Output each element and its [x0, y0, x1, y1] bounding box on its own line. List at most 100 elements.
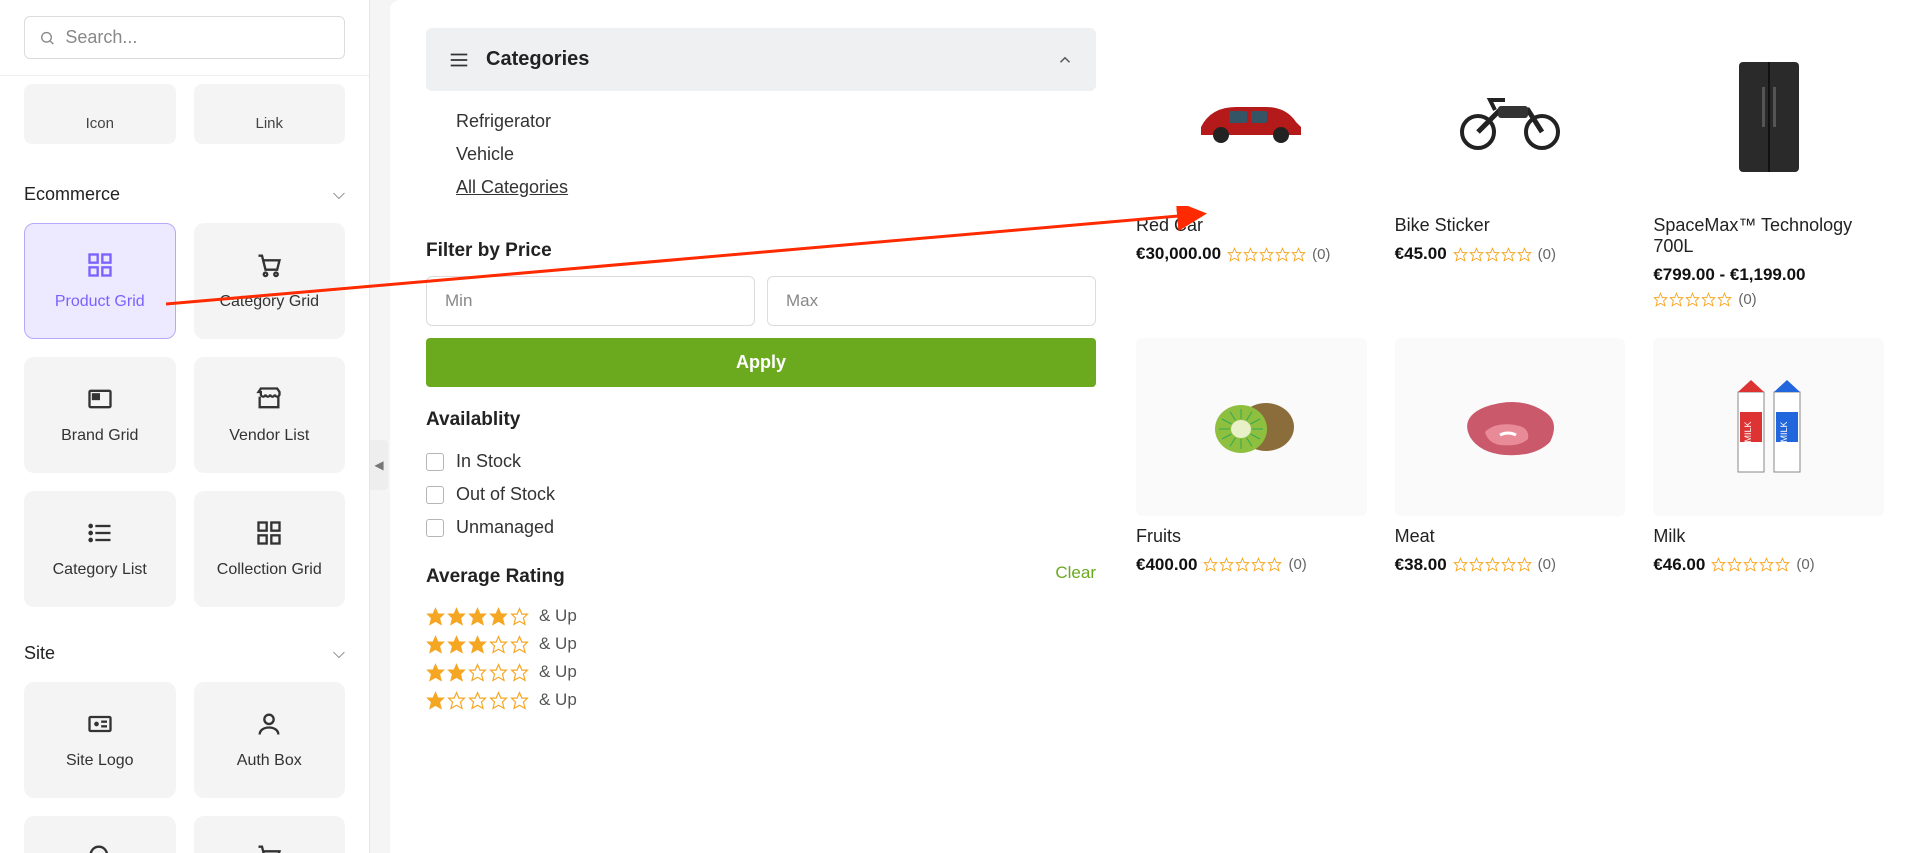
filters-panel: Categories Refrigerator Vehicle All Cate… — [426, 28, 1096, 714]
star-icon — [489, 663, 508, 682]
star-icon — [1485, 557, 1500, 572]
cat-item[interactable]: Refrigerator — [456, 105, 1066, 138]
star-icon — [1219, 557, 1234, 572]
svg-text:MILK: MILK — [1779, 422, 1789, 443]
tile-icon[interactable]: Icon — [24, 84, 176, 144]
rating-filter-3[interactable]: & Up — [426, 630, 1096, 658]
product-price: €46.00 — [1653, 555, 1705, 575]
avail-instock[interactable]: In Stock — [426, 445, 1096, 478]
star-icon — [1453, 247, 1468, 262]
site-tiles: Site Logo Auth Box — [0, 682, 369, 853]
star-icon — [1485, 247, 1500, 262]
section-label: Ecommerce — [24, 184, 120, 205]
product-card[interactable]: Red Car €30,000.00 (0) — [1136, 28, 1367, 308]
checkbox-icon — [426, 486, 444, 504]
product-image — [1395, 338, 1626, 515]
star-icon — [510, 635, 529, 654]
product-name: Red Car — [1136, 215, 1367, 236]
product-review-count: (0) — [1796, 556, 1814, 573]
search-icon — [86, 842, 114, 853]
section-site[interactable]: Site ⌵ — [0, 625, 369, 682]
tile-cart[interactable] — [194, 816, 346, 853]
price-max-input[interactable] — [767, 276, 1096, 326]
star-icon — [1759, 557, 1774, 572]
avail-outofstock[interactable]: Out of Stock — [426, 478, 1096, 511]
product-rating — [1711, 557, 1790, 572]
cat-item-all[interactable]: All Categories — [456, 171, 1066, 204]
star-icon — [1727, 557, 1742, 572]
user-icon — [255, 710, 283, 738]
product-price: €799.00 - €1,199.00 — [1653, 265, 1805, 285]
tile-brand-grid[interactable]: Brand Grid — [24, 357, 176, 473]
filter-price-title: Filter by Price — [426, 240, 1096, 262]
search-box[interactable] — [24, 16, 345, 59]
tile-search[interactable] — [24, 816, 176, 853]
tile-product-grid[interactable]: Product Grid — [24, 223, 176, 339]
canvas-area: Categories Refrigerator Vehicle All Cate… — [390, 0, 1920, 853]
grid-icon — [255, 519, 283, 547]
tile-auth-box[interactable]: Auth Box — [194, 682, 346, 798]
ecommerce-tiles: Product Grid Category Grid Brand Grid Ve… — [0, 223, 369, 625]
product-name: Bike Sticker — [1395, 215, 1626, 236]
chevron-down-icon: ⌵ — [333, 645, 345, 663]
cart-icon — [255, 842, 283, 853]
category-list: Refrigerator Vehicle All Categories — [426, 91, 1096, 218]
apply-button[interactable]: Apply — [426, 338, 1096, 387]
star-icon — [1501, 557, 1516, 572]
rating-filter-1[interactable]: & Up — [426, 686, 1096, 714]
section-ecommerce[interactable]: Ecommerce ⌵ — [0, 166, 369, 223]
misc-row: Icon Link — [0, 76, 369, 166]
cat-item[interactable]: Vehicle — [456, 138, 1066, 171]
tile-link[interactable]: Link — [194, 84, 346, 144]
star-icon — [426, 691, 445, 710]
product-card[interactable]: Meat €38.00 (0) — [1395, 338, 1626, 574]
product-price: €30,000.00 — [1136, 244, 1221, 264]
star-icon — [489, 635, 508, 654]
search-input[interactable] — [65, 27, 330, 48]
star-icon — [1267, 557, 1282, 572]
search-icon — [39, 29, 55, 47]
categories-header[interactable]: Categories — [426, 28, 1096, 91]
avg-rating-title: Average Rating — [426, 566, 565, 588]
grid-icon — [86, 251, 114, 279]
product-review-count: (0) — [1538, 246, 1556, 263]
star-icon — [426, 663, 445, 682]
sidebar-collapse-handle[interactable]: ◀ — [370, 440, 388, 490]
checkbox-icon — [426, 453, 444, 471]
image-icon — [86, 385, 114, 413]
tile-collection-grid[interactable]: Collection Grid — [194, 491, 346, 607]
star-icon — [1501, 247, 1516, 262]
clear-link[interactable]: Clear — [1055, 563, 1096, 583]
price-min-input[interactable] — [426, 276, 755, 326]
product-card[interactable]: Fruits €400.00 (0) — [1136, 338, 1367, 574]
star-icon — [1685, 292, 1700, 307]
star-icon — [1227, 247, 1242, 262]
avail-unmanaged[interactable]: Unmanaged — [426, 511, 1096, 544]
product-card[interactable]: SpaceMax™ Technology 700L €799.00 - €1,1… — [1653, 28, 1884, 308]
product-price: €400.00 — [1136, 555, 1197, 575]
star-icon — [1743, 557, 1758, 572]
product-name: Meat — [1395, 526, 1626, 547]
tile-category-grid[interactable]: Category Grid — [194, 223, 346, 339]
product-rating — [1453, 557, 1532, 572]
product-name: Milk — [1653, 526, 1884, 547]
rating-filter-4[interactable]: & Up — [426, 602, 1096, 630]
list-icon — [86, 519, 114, 547]
star-icon — [1669, 292, 1684, 307]
product-image — [1136, 338, 1367, 515]
store-icon — [255, 385, 283, 413]
tile-site-logo[interactable]: Site Logo — [24, 682, 176, 798]
rating-filter-2[interactable]: & Up — [426, 658, 1096, 686]
tile-vendor-list[interactable]: Vendor List — [194, 357, 346, 473]
svg-text:MILK: MILK — [1743, 422, 1753, 443]
star-icon — [1453, 557, 1468, 572]
star-icon — [510, 691, 529, 710]
tile-category-list[interactable]: Category List — [24, 491, 176, 607]
star-icon — [510, 607, 529, 626]
star-icon — [468, 635, 487, 654]
star-icon — [1469, 557, 1484, 572]
product-card[interactable]: Bike Sticker €45.00 (0) — [1395, 28, 1626, 308]
product-rating — [1653, 292, 1732, 307]
star-icon — [1775, 557, 1790, 572]
product-card[interactable]: MILK MILK Milk €46.00 (0) — [1653, 338, 1884, 574]
